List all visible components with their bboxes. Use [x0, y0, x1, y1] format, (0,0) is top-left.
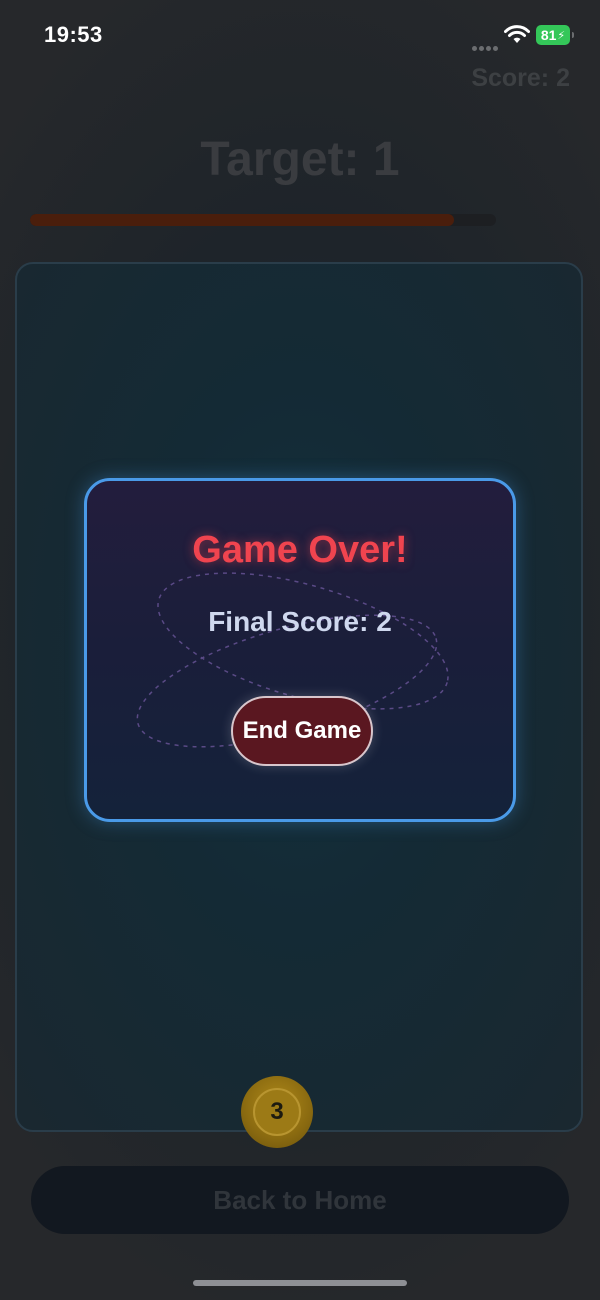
wifi-icon — [504, 25, 530, 43]
back-to-home-button[interactable]: Back to Home — [31, 1166, 569, 1234]
home-indicator — [193, 1280, 407, 1286]
end-game-button[interactable]: End Game — [231, 696, 373, 766]
battery-level: 81 — [540, 27, 557, 43]
status-bar: 19:53 81 ⚡ — [0, 0, 600, 72]
game-screen: 19:53 81 ⚡ Score: 2 Target: 1 3 Back to H… — [0, 0, 600, 1300]
timer-progress-fill — [30, 214, 455, 226]
game-over-title: Game Over! — [192, 529, 408, 571]
battery-icon: 81 ⚡ — [536, 25, 574, 45]
target-title: Target: 1 — [200, 133, 400, 186]
status-time: 19:53 — [44, 22, 103, 47]
number-ball[interactable]: 3 — [241, 1076, 313, 1148]
final-score: Final Score: 2 — [208, 606, 392, 637]
charging-bolt-icon: ⚡ — [557, 29, 566, 42]
game-over-modal: Game Over! Final Score: 2 End Game — [84, 478, 516, 822]
signal-dots-icon — [472, 38, 502, 51]
ball-number: 3 — [253, 1088, 301, 1136]
timer-progress-bar — [30, 214, 496, 226]
score-label: Score: 2 — [471, 64, 570, 92]
